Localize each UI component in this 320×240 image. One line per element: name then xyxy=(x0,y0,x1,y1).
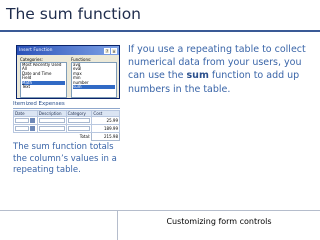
column-header-description: Description xyxy=(36,110,67,117)
help-button[interactable]: ? xyxy=(104,47,110,54)
category-cell[interactable] xyxy=(65,116,93,125)
total-value: 215.98 xyxy=(91,132,120,141)
function-item-selected[interactable]: sum xyxy=(73,84,115,90)
footer-text: Customizing form controls xyxy=(166,217,272,226)
date-cell[interactable] xyxy=(13,116,38,125)
description-cell[interactable] xyxy=(36,116,67,125)
caption-text: The sum function totals the column’s val… xyxy=(13,142,117,175)
footer-divider xyxy=(0,210,320,211)
repeating-table: Date Description Category Cost 25.99 189… xyxy=(13,110,120,141)
calendar-icon[interactable] xyxy=(30,118,35,124)
description-field[interactable] xyxy=(38,126,65,131)
date-field[interactable] xyxy=(15,118,29,124)
close-button[interactable]: × xyxy=(111,47,117,54)
cost-cell[interactable]: 189.99 xyxy=(91,124,120,133)
table-row: 189.99 xyxy=(13,124,120,133)
slide-title: The sum function xyxy=(6,5,141,23)
dialog-title: Insert Function xyxy=(19,48,53,53)
total-label: Total: xyxy=(79,134,91,140)
date-field[interactable] xyxy=(15,126,29,132)
body-text-bold: sum xyxy=(186,70,209,82)
description-cell[interactable] xyxy=(36,124,67,133)
table-heading-underline xyxy=(13,108,120,109)
title-divider xyxy=(0,30,320,32)
dialog-titlebar: Insert Function ? × xyxy=(17,46,119,55)
category-cell[interactable] xyxy=(65,124,93,133)
category-item[interactable]: Most Recently Used xyxy=(22,63,65,67)
body-text: If you use a repeating table to collect … xyxy=(128,43,318,96)
table-heading: Itemized Expenses xyxy=(13,101,65,107)
calendar-icon[interactable] xyxy=(30,126,35,132)
table-row: 25.99 xyxy=(13,116,120,125)
cost-cell[interactable]: 25.99 xyxy=(91,116,120,125)
functions-list[interactable]: avg eval max min number sum xyxy=(71,62,117,98)
insert-function-dialog: Insert Function ? × Categories: Most Rec… xyxy=(16,45,120,99)
description-field[interactable] xyxy=(38,118,65,123)
categories-list[interactable]: Most Recently Used All Date and Time Fie… xyxy=(20,62,67,98)
category-item[interactable]: Text xyxy=(22,84,65,89)
total-row: Total: 215.98 xyxy=(14,132,120,141)
date-cell[interactable] xyxy=(13,124,38,133)
category-field[interactable] xyxy=(67,126,91,131)
category-field[interactable] xyxy=(67,118,91,123)
